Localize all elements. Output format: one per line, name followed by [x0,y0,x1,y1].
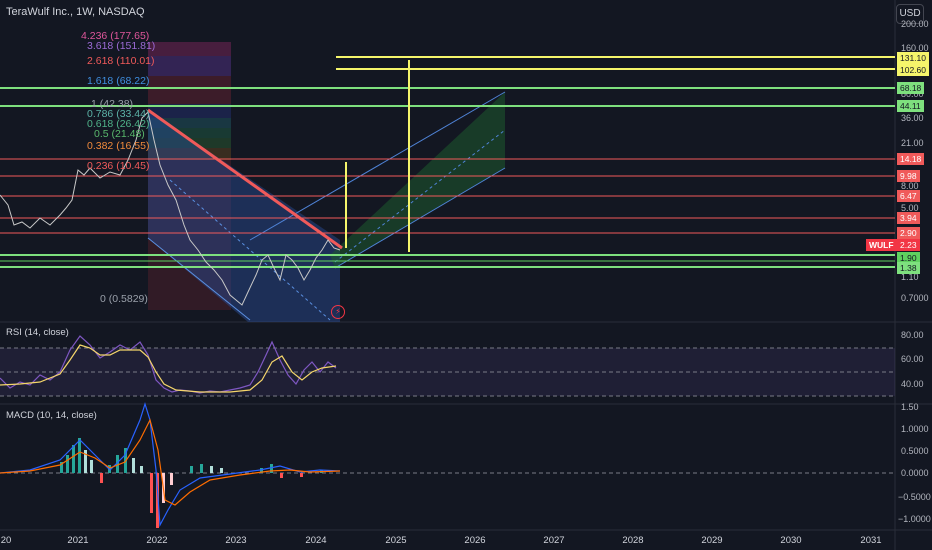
macd-axis-label: −0.5000 [898,492,931,502]
rsi-axis-label: 40.00 [901,379,924,389]
time-axis-label: 2025 [385,535,407,546]
fib-label: 0.5 (21.48) [94,128,145,140]
time-axis-label: 2021 [67,535,89,546]
macd-axis-label: 1.0000 [901,424,929,434]
fib-label: 1.618 (68.22) [87,75,150,87]
price-tag: 131.10 [897,52,929,64]
time-axis-label: 2031 [860,535,882,546]
price-tag: 6.47 [897,190,920,202]
fib-label: 0.382 (16.55) [87,140,150,152]
time-axis-label: 2023 [225,535,247,546]
price-axis-label: 36.00 [901,113,924,123]
fib-label: 0.236 (10.45) [87,160,150,172]
fib-label: 0 (0.5829) [100,293,148,305]
price-axis-label: 21.00 [901,138,924,148]
time-axis-label: 2026 [464,535,486,546]
time-axis-label: 20 [0,535,12,546]
price-tag: 68.18 [897,82,925,94]
price-tag: 102.60 [897,64,929,76]
rising-channel [330,92,505,268]
macd-axis-label: 0.5000 [901,446,929,456]
time-axis-label: 2030 [780,535,802,546]
macd-axis-label: −1.0000 [898,514,931,524]
rsi-axis-label: 60.00 [901,354,924,364]
macd-line [0,401,341,528]
price-axis-label: 200.00 [901,19,929,29]
time-axis-label: 2029 [701,535,723,546]
price-tag: 1.38 [897,262,920,274]
price-tag: 9.98 [897,170,920,182]
dividend-lightning-icon[interactable]: ⚡ [331,305,345,319]
symbol-title: TeraWulf Inc., 1W, NASDAQ [6,6,145,18]
macd-axis-label: 0.0000 [901,468,929,478]
time-axis-label: 2028 [622,535,644,546]
price-tag: 2.23 [897,239,920,251]
fib-label: 2.618 (110.01) [87,55,155,67]
rsi-axis-label: 80.00 [901,330,924,340]
price-tag: 44.11 [897,100,924,112]
rsi-title[interactable]: RSI (14, close) [6,327,69,338]
price-axis-label: 0.7000 [901,293,929,303]
price-tag: 2.90 [897,227,920,239]
fib-label: 3.618 (151.81) [87,40,156,52]
price-tag: 14.18 [897,153,925,165]
macd-title[interactable]: MACD (10, 14, close) [6,410,97,421]
macd-axis-label: 1.50 [901,402,919,412]
time-axis-label: 2022 [146,535,168,546]
time-axis-label: 2024 [305,535,327,546]
price-tag: 3.94 [897,212,920,224]
ticker-tag: WULF [866,239,897,251]
time-axis-label: 2027 [543,535,565,546]
